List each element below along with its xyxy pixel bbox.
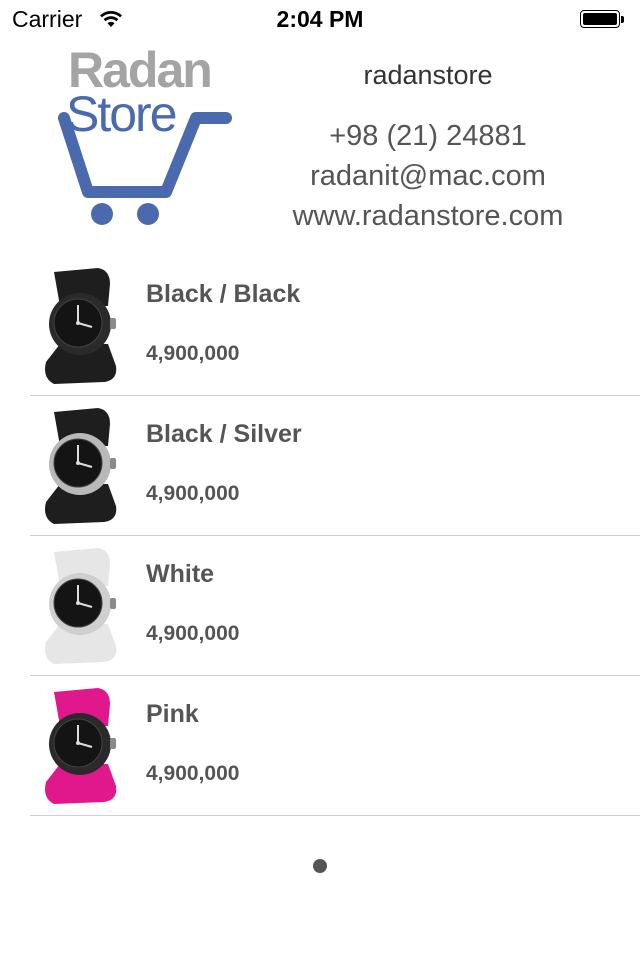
product-list: Black / Black 4,900,000 Black / Silver 4… — [0, 256, 640, 816]
store-name: radanstore — [363, 60, 493, 90]
product-row-black-silver[interactable]: Black / Silver 4,900,000 — [0, 396, 640, 536]
store-phone-link[interactable]: +98 (21) 24881 — [270, 120, 586, 153]
page-indicator-dot[interactable] — [313, 859, 327, 873]
watch-image-icon — [45, 688, 117, 804]
shopping-cart-icon — [58, 112, 232, 225]
product-price: 4,900,000 — [146, 482, 240, 505]
watch-image-icon — [45, 548, 117, 664]
battery-icon — [580, 10, 624, 30]
watch-image-icon — [45, 408, 117, 524]
product-price: 4,900,000 — [146, 622, 240, 645]
product-name: Pink — [146, 700, 199, 728]
store-email-link[interactable]: radanit@mac.com — [270, 160, 586, 193]
product-name: White — [146, 560, 215, 588]
status-time: 2:04 PM — [276, 6, 364, 32]
product-price: 4,900,000 — [146, 762, 240, 785]
product-name: Black / Silver — [146, 420, 302, 448]
battery-level — [583, 13, 617, 25]
product-row-pink[interactable]: Pink 4,900,000 — [0, 676, 640, 816]
status-bar: Carrier 2:04 PM — [0, 0, 640, 40]
store-logo: Radan Store — [58, 42, 238, 230]
product-name: Black / Black — [146, 280, 301, 308]
store-website-link[interactable]: www.radanstore.com — [270, 200, 586, 233]
product-price: 4,900,000 — [146, 342, 240, 365]
row-divider — [30, 815, 640, 816]
product-row-white[interactable]: White 4,900,000 — [0, 536, 640, 676]
watch-image-icon — [45, 268, 117, 384]
product-row-black-black[interactable]: Black / Black 4,900,000 — [0, 256, 640, 396]
